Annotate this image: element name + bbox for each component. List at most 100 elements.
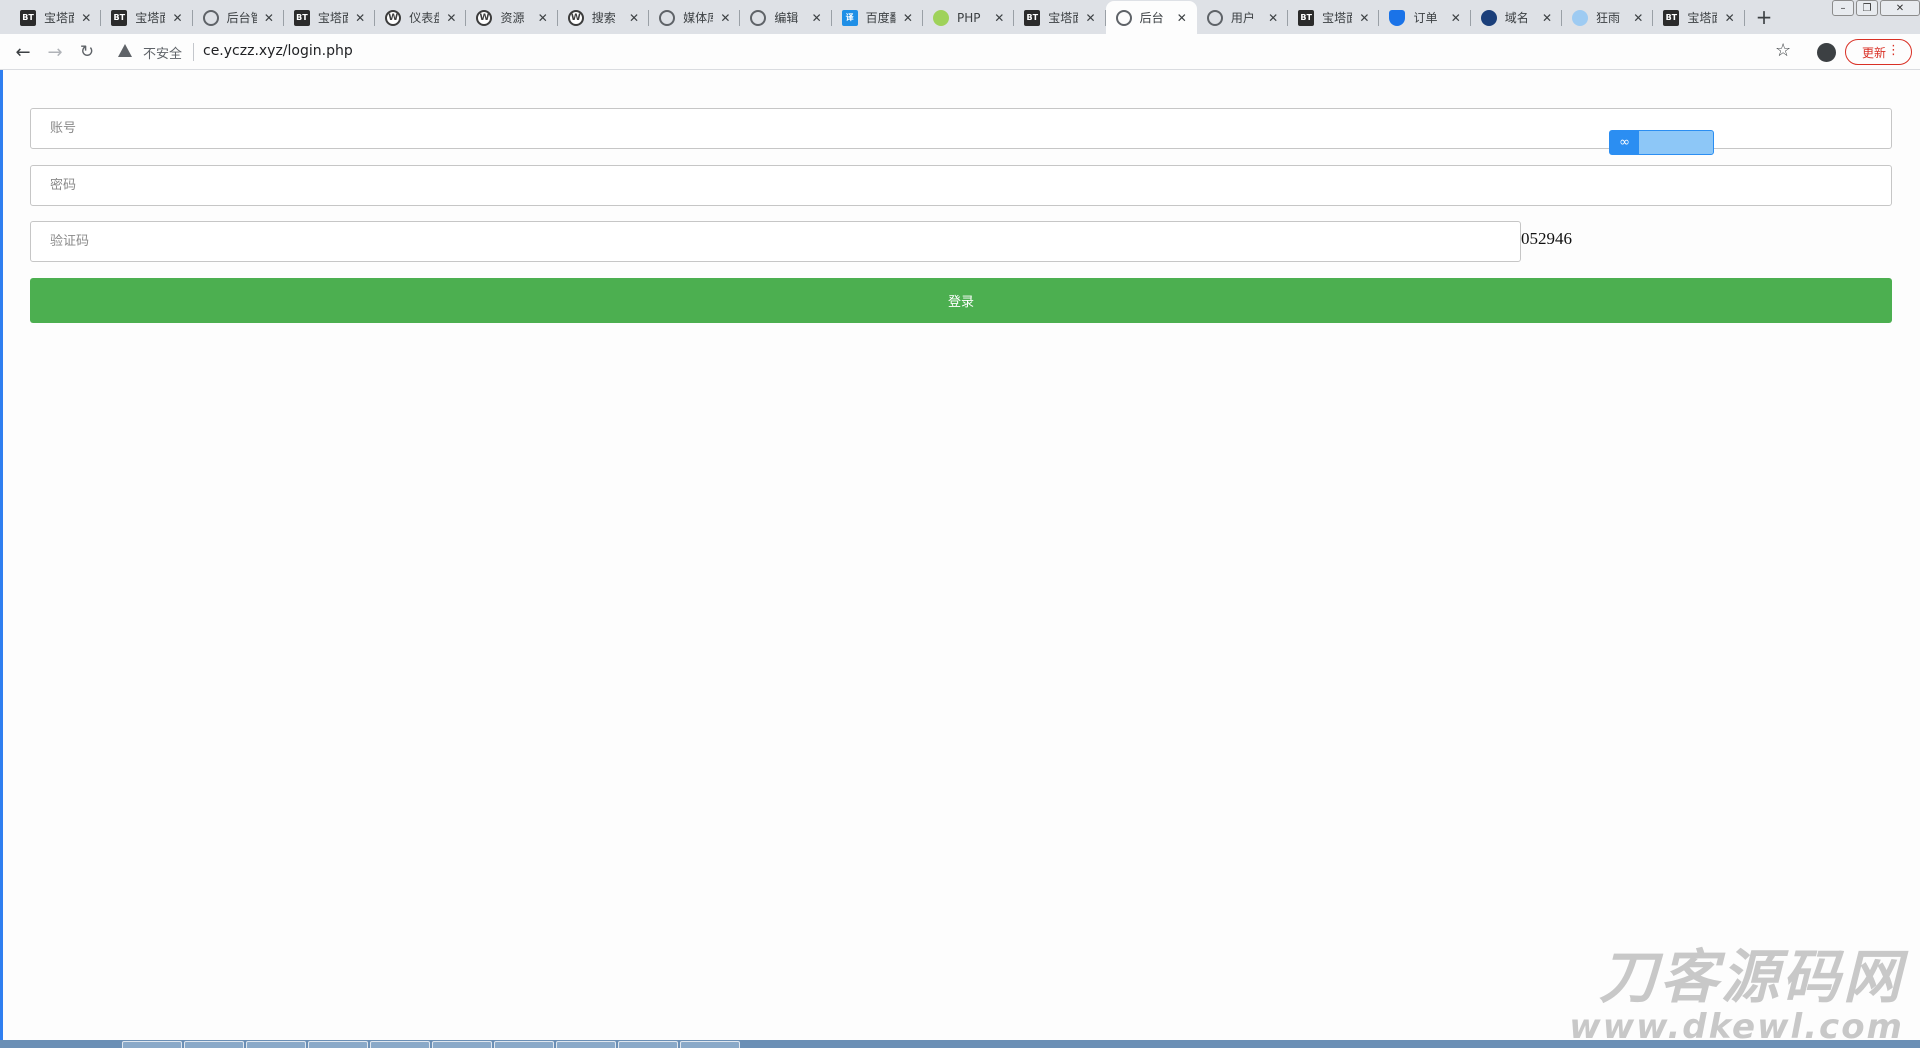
- tab-close-icon[interactable]: ✕: [1359, 11, 1369, 25]
- taskbar-item[interactable]: [556, 1041, 616, 1048]
- tab-close-icon[interactable]: ✕: [1542, 11, 1552, 25]
- taskbar-item[interactable]: [494, 1041, 554, 1048]
- bt-icon: BT: [111, 9, 128, 26]
- tab-close-icon[interactable]: ✕: [1086, 11, 1096, 25]
- tab-title: PHP: [956, 10, 981, 25]
- tab-close-icon[interactable]: ✕: [1451, 11, 1461, 25]
- menu-dots-icon: ⋮: [1887, 43, 1900, 58]
- tab-5[interactable]: W 仪表盘 ✕: [375, 1, 467, 34]
- tab-close-icon[interactable]: ✕: [1725, 11, 1735, 25]
- tab-title: 百度翻译: [865, 11, 896, 25]
- minimize-button[interactable]: –: [1832, 0, 1854, 16]
- tab-title: 仪表盘: [409, 11, 439, 25]
- password-field[interactable]: [30, 165, 1892, 206]
- bt-icon: BT: [1024, 9, 1041, 26]
- tab-close-icon[interactable]: ✕: [264, 11, 274, 25]
- tab-title: 编辑: [774, 11, 799, 25]
- back-arrow-icon[interactable]: ←: [11, 40, 35, 64]
- shield-icon: [1389, 9, 1406, 26]
- taskbar-item[interactable]: [246, 1041, 306, 1048]
- cloud-icon: [1572, 9, 1589, 26]
- tab-list: BT宝塔面板✕BT宝塔面板✕后台管理✕BT宝塔面板✕W仪表盘✕W资源✕W搜索✕媒…: [10, 1, 1745, 34]
- taskbar-item[interactable]: [618, 1041, 678, 1048]
- tab-close-icon[interactable]: ✕: [446, 11, 456, 25]
- tab-close-icon[interactable]: ✕: [720, 11, 730, 25]
- tab-title: 用户: [1230, 11, 1255, 25]
- forward-arrow-icon[interactable]: →: [43, 40, 67, 64]
- tab-title: 后台: [1139, 11, 1164, 25]
- tab-6[interactable]: W 资源 ✕: [466, 1, 559, 34]
- tab-19[interactable]: BT 宝塔面板 ✕: [1653, 1, 1745, 34]
- bookmark-star-icon[interactable]: ☆: [1775, 40, 1791, 61]
- tab-close-icon[interactable]: ✕: [1633, 11, 1643, 25]
- tab-1[interactable]: BT 宝塔面板 ✕: [10, 1, 102, 34]
- tab-18[interactable]: 狂雨 ✕: [1562, 1, 1654, 34]
- taskbar-item[interactable]: [184, 1041, 244, 1048]
- captcha-field[interactable]: [30, 221, 1521, 262]
- login-button[interactable]: 登录: [30, 278, 1892, 323]
- tab-title: 狂雨: [1596, 11, 1621, 25]
- wordpress-icon: W: [567, 9, 584, 26]
- os-taskbar: [0, 1040, 1920, 1048]
- tab-13[interactable]: 后台 ✕: [1105, 1, 1197, 34]
- wave-icon: [1480, 9, 1497, 26]
- tab-title: 宝塔面板: [44, 11, 74, 25]
- cloud-link-icon: ∞: [1610, 131, 1639, 154]
- tab-11[interactable]: PHP ✕: [923, 1, 1015, 34]
- restore-button[interactable]: ❐: [1856, 0, 1878, 16]
- taskbar-item[interactable]: [308, 1041, 368, 1048]
- taskbar-item[interactable]: [680, 1041, 740, 1048]
- tab-16[interactable]: 订单 ✕: [1379, 1, 1472, 34]
- tab-15[interactable]: BT 宝塔面板 ✕: [1288, 1, 1380, 34]
- captcha-input[interactable]: [50, 234, 1520, 249]
- new-tab-button[interactable]: +: [1750, 3, 1778, 31]
- tab-title: 媒体库: [683, 11, 713, 25]
- tab-close-icon[interactable]: ✕: [81, 11, 91, 25]
- taskbar-item[interactable]: [432, 1041, 492, 1048]
- address-bar-url[interactable]: ce.yczz.xyz/login.php: [203, 43, 353, 59]
- window-left-edge: [0, 70, 3, 1042]
- tab-14[interactable]: 用户 ✕: [1197, 1, 1289, 34]
- tab-17[interactable]: 域名 ✕: [1471, 1, 1563, 34]
- captcha-code[interactable]: 052946: [1521, 229, 1572, 249]
- globe-icon: [659, 9, 676, 26]
- tab-title: 宝塔面板: [135, 11, 165, 25]
- tab-close-icon[interactable]: ✕: [812, 11, 822, 25]
- url-separator: [193, 43, 194, 61]
- taskbar-item[interactable]: [122, 1041, 182, 1048]
- password-input[interactable]: [50, 178, 1891, 193]
- watermark: 刀客源码网 www.dkewl.com: [1569, 945, 1904, 1045]
- wordpress-icon: W: [476, 9, 493, 26]
- tab-title: 资源: [500, 11, 525, 25]
- tab-close-icon[interactable]: ✕: [1177, 11, 1187, 25]
- wordpress-icon: W: [385, 9, 402, 26]
- globe-icon: [1206, 9, 1223, 26]
- tab-3[interactable]: 后台管理 ✕: [193, 1, 285, 34]
- bt-icon: BT: [293, 9, 310, 26]
- taskbar-item[interactable]: [370, 1041, 430, 1048]
- security-label[interactable]: 不安全: [143, 43, 182, 62]
- tab-close-icon[interactable]: ✕: [903, 11, 913, 25]
- tab-2[interactable]: BT 宝塔面板 ✕: [101, 1, 193, 34]
- baidu-netdisk-widget[interactable]: ∞: [1609, 130, 1714, 155]
- tab-close-icon[interactable]: ✕: [355, 11, 365, 25]
- tab-close-icon[interactable]: ✕: [538, 11, 548, 25]
- profile-avatar-icon[interactable]: [1817, 43, 1836, 62]
- tab-9[interactable]: 编辑 ✕: [740, 1, 832, 34]
- tab-title: 搜索: [591, 11, 616, 25]
- tab-close-icon[interactable]: ✕: [994, 11, 1004, 25]
- tab-10[interactable]: 译百度翻译 ✕: [832, 1, 924, 34]
- window-close-button[interactable]: ✕: [1880, 0, 1920, 16]
- tab-close-icon[interactable]: ✕: [1268, 11, 1278, 25]
- translate-icon: 译: [841, 9, 858, 26]
- tab-12[interactable]: BT 宝塔面板 ✕: [1014, 1, 1106, 34]
- update-button[interactable]: 更新 ⋮: [1845, 39, 1912, 65]
- tab-close-icon[interactable]: ✕: [629, 11, 639, 25]
- browser-toolbar: ← → ↻ 不安全 ce.yczz.xyz/login.php ☆ 更新 ⋮: [0, 34, 1920, 70]
- tab-7[interactable]: W 搜索 ✕: [558, 1, 650, 34]
- tab-close-icon[interactable]: ✕: [173, 11, 183, 25]
- tab-8[interactable]: 媒体库 ✕: [649, 1, 741, 34]
- reload-icon[interactable]: ↻: [75, 40, 99, 64]
- warning-icon[interactable]: [118, 44, 132, 57]
- tab-4[interactable]: BT 宝塔面板 ✕: [284, 1, 376, 34]
